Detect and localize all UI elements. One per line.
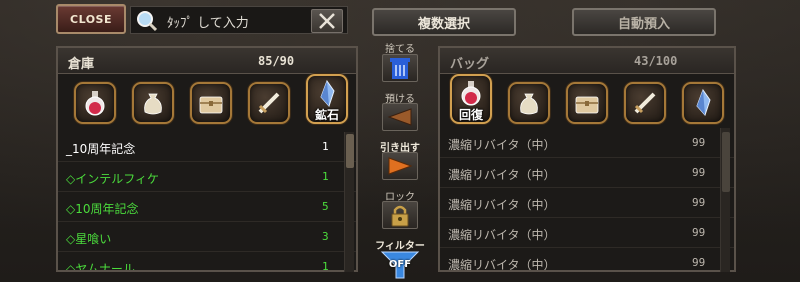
list-item[interactable]: ◇10周年記念 5 [58, 192, 356, 222]
lock-icon [391, 205, 409, 227]
warehouse-tab-weapon[interactable] [248, 82, 290, 124]
warehouse-category-tabs: 鉱石 [58, 74, 356, 132]
arrow-right-icon [388, 157, 413, 175]
bag-tab-weapon[interactable] [624, 82, 666, 124]
sack-icon [144, 93, 162, 115]
list-item[interactable]: 濃縮リバイタ（中） 99 [440, 248, 734, 270]
warehouse-header: 倉庫 85/90 [58, 48, 356, 74]
list-item[interactable]: 濃縮リバイタ（中） 99 [440, 128, 734, 158]
bag-scroll-thumb[interactable] [722, 132, 730, 192]
item-name: 濃縮リバイタ（中） [448, 228, 556, 242]
bag-tab-recovery-label: 回復 [458, 108, 483, 122]
magnifier-icon [137, 11, 157, 32]
chest-icon [575, 96, 599, 114]
list-item[interactable]: _10周年記念 1 [58, 132, 356, 162]
item-quantity: 5 [322, 200, 329, 213]
bag-panel: バッグ 43/100 回復 濃縮リバイタ（中） 99 濃縮リバイタ（中） 99 … [438, 46, 736, 272]
warehouse-scrollbar[interactable] [344, 132, 354, 272]
warehouse-panel: 倉庫 85/90 鉱石 _10周年記念 1 ◇インテルフィケ 1 ◇10周年記念… [56, 46, 358, 272]
item-quantity: 1 [322, 140, 329, 153]
bag-category-tabs: 回復 [440, 74, 734, 132]
item-quantity: 1 [322, 260, 329, 270]
item-quantity: 99 [692, 166, 706, 179]
list-item[interactable]: ◇星喰い 3 [58, 222, 356, 252]
item-name: ◇10周年記念 [66, 202, 139, 216]
item-name: ◇インテルフィケ [66, 172, 159, 186]
lock-button[interactable] [382, 201, 418, 229]
warehouse-scroll-thumb[interactable] [346, 134, 354, 168]
sword-icon [258, 92, 280, 114]
warehouse-count: 85/90 [258, 54, 295, 68]
bag-header: バッグ 43/100 [440, 48, 734, 74]
bag-title: バッグ [450, 57, 490, 72]
warehouse-tab-ore-label: 鉱石 [314, 108, 339, 122]
item-name: 濃縮リバイタ（中） [448, 168, 556, 182]
item-quantity: 99 [692, 256, 706, 269]
bag-tab-ore[interactable] [682, 82, 724, 124]
item-quantity: 99 [692, 226, 706, 239]
search-input[interactable]: ﾀｯﾌﾟ して入力 [130, 6, 348, 34]
warehouse-item-list: _10周年記念 1 ◇インテルフィケ 1 ◇10周年記念 5 ◇星喰い 3 ◇ヤ… [58, 132, 356, 270]
bag-tab-chest[interactable] [566, 82, 608, 124]
bag-item-list: 濃縮リバイタ（中） 99 濃縮リバイタ（中） 99 濃縮リバイタ（中） 99 濃… [440, 128, 734, 270]
potion-icon [85, 91, 105, 116]
filter-button[interactable]: OFF [380, 250, 420, 280]
auto-deposit-button[interactable]: 自動預入 [572, 8, 716, 36]
sword-icon [634, 92, 656, 114]
trash-icon [390, 58, 410, 79]
withdraw-button[interactable] [382, 152, 418, 180]
sack-icon [520, 93, 538, 115]
item-name: 濃縮リバイタ（中） [448, 258, 556, 270]
close-button[interactable]: CLOSE [56, 4, 126, 34]
discard-label: 捨てる [385, 44, 415, 55]
warehouse-tab-potion[interactable] [74, 82, 116, 124]
arrow-left-icon [387, 108, 412, 126]
list-item[interactable]: ◇インテルフィケ 1 [58, 162, 356, 192]
item-quantity: 99 [692, 196, 706, 209]
bag-tab-recovery[interactable]: 回復 [450, 74, 492, 124]
search-placeholder: ﾀｯﾌﾟ して入力 [167, 16, 249, 31]
item-name: _10周年記念 [66, 142, 136, 156]
multi-select-button[interactable]: 複数選択 [372, 8, 516, 36]
bag-tab-sack[interactable] [508, 82, 550, 124]
crystal-icon [320, 79, 335, 107]
warehouse-title: 倉庫 [68, 57, 95, 72]
item-name: ◇ヤムナール [66, 262, 135, 270]
item-quantity: 1 [322, 170, 329, 183]
item-name: 濃縮リバイタ（中） [448, 198, 556, 212]
list-item[interactable]: 濃縮リバイタ（中） 99 [440, 218, 734, 248]
deposit-button[interactable] [382, 103, 418, 131]
warehouse-tab-chest[interactable] [190, 82, 232, 124]
item-quantity: 99 [692, 136, 706, 149]
item-name: 濃縮リバイタ（中） [448, 138, 556, 152]
clear-search-button[interactable] [311, 9, 343, 33]
crystal-icon [696, 88, 711, 116]
filter-state: OFF [388, 259, 412, 270]
list-item[interactable]: 濃縮リバイタ（中） 99 [440, 188, 734, 218]
close-x-icon [319, 13, 335, 29]
bag-count: 43/100 [634, 54, 678, 68]
item-name: ◇星喰い [66, 232, 112, 246]
item-quantity: 3 [322, 230, 329, 243]
warehouse-tab-sack[interactable] [132, 82, 174, 124]
potion-icon [461, 81, 481, 106]
bag-scrollbar[interactable] [720, 128, 730, 272]
list-item[interactable]: ◇ヤムナール 1 [58, 252, 356, 270]
list-item[interactable]: 濃縮リバイタ（中） 99 [440, 158, 734, 188]
discard-button[interactable] [382, 54, 418, 82]
chest-icon [199, 96, 223, 114]
warehouse-tab-ore[interactable]: 鉱石 [306, 74, 348, 124]
